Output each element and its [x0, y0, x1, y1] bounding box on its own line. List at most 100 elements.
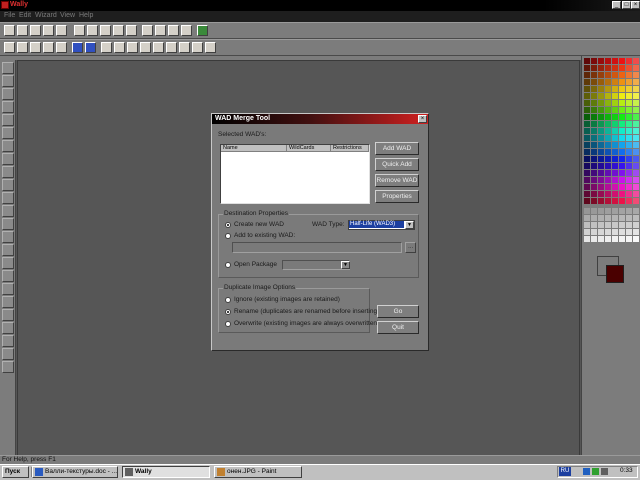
palette-swatch[interactable]: [626, 229, 632, 235]
effect-icon[interactable]: [140, 42, 151, 53]
palette-swatch[interactable]: [626, 215, 632, 221]
palette-swatch[interactable]: [626, 121, 632, 127]
lighten-tool-icon[interactable]: [2, 244, 14, 256]
palette-swatch[interactable]: [591, 208, 597, 214]
palette-swatch[interactable]: [612, 100, 618, 106]
palette-swatch[interactable]: [605, 135, 611, 141]
volume-icon[interactable]: [601, 468, 608, 475]
check-icon[interactable]: [142, 25, 153, 36]
palette-swatch[interactable]: [612, 58, 618, 64]
palette-swatch[interactable]: [605, 229, 611, 235]
palette-swatch[interactable]: [591, 114, 597, 120]
blend-tool-icon[interactable]: [2, 218, 14, 230]
resize-icon[interactable]: [179, 42, 190, 53]
palette-swatch[interactable]: [619, 163, 625, 169]
palette-swatch[interactable]: [584, 79, 590, 85]
palette-swatch[interactable]: [605, 107, 611, 113]
palette-swatch[interactable]: [619, 72, 625, 78]
palette-swatch[interactable]: [605, 222, 611, 228]
palette-swatch[interactable]: [619, 135, 625, 141]
chevron-down-icon[interactable]: ▼: [405, 221, 414, 229]
palette-swatch[interactable]: [584, 222, 590, 228]
add-existing-radio[interactable]: [225, 233, 231, 239]
help-icon[interactable]: [56, 25, 67, 36]
palette-swatch[interactable]: [612, 198, 618, 204]
palette-swatch[interactable]: [591, 107, 597, 113]
palette-swatch[interactable]: [612, 107, 618, 113]
palette-swatch[interactable]: [626, 149, 632, 155]
antivirus-icon[interactable]: [592, 468, 599, 475]
palette-swatch[interactable]: [626, 198, 632, 204]
properties-button[interactable]: Properties: [375, 190, 419, 203]
palette-swatch[interactable]: [598, 208, 604, 214]
palette-swatch[interactable]: [598, 229, 604, 235]
mip-icon[interactable]: [43, 42, 54, 53]
palette-swatch[interactable]: [626, 107, 632, 113]
palette-swatch[interactable]: [598, 65, 604, 71]
palette-swatch[interactable]: [605, 114, 611, 120]
palette-swatch[interactable]: [584, 170, 590, 176]
palette-swatch[interactable]: [619, 142, 625, 148]
browse-button[interactable]: ...: [405, 242, 416, 253]
palette-swatch[interactable]: [605, 79, 611, 85]
palette-swatch[interactable]: [598, 177, 604, 183]
add-wad-button[interactable]: Add WAD: [375, 142, 419, 155]
dialog-close-button[interactable]: ×: [418, 115, 427, 123]
palette-swatch[interactable]: [584, 107, 590, 113]
select-tool-icon[interactable]: [2, 75, 14, 87]
palette-swatch[interactable]: [598, 170, 604, 176]
decal-icon[interactable]: [205, 42, 216, 53]
palette-swatch[interactable]: [612, 135, 618, 141]
overwrite-radio[interactable]: [225, 321, 231, 327]
mirror-icon[interactable]: [127, 42, 138, 53]
palette-swatch[interactable]: [598, 72, 604, 78]
palette-swatch[interactable]: [598, 128, 604, 134]
palette-swatch[interactable]: [633, 170, 639, 176]
existing-wad-field[interactable]: [232, 242, 402, 253]
pointer-tool-icon[interactable]: [2, 62, 14, 74]
palette-swatch[interactable]: [584, 58, 590, 64]
palette-swatch[interactable]: [633, 86, 639, 92]
palette-swatch[interactable]: [584, 65, 590, 71]
undo-icon[interactable]: [113, 25, 124, 36]
quick-add-button[interactable]: Quick Add: [375, 158, 419, 171]
palette-swatch[interactable]: [633, 156, 639, 162]
close-button[interactable]: ×: [631, 1, 640, 9]
palette-swatch[interactable]: [633, 72, 639, 78]
palette-swatch[interactable]: [633, 191, 639, 197]
palette-swatch[interactable]: [633, 121, 639, 127]
palette-swatch[interactable]: [584, 198, 590, 204]
palette-swatch[interactable]: [598, 58, 604, 64]
palette-swatch[interactable]: [598, 156, 604, 162]
palette-swatch[interactable]: [633, 65, 639, 71]
image-view-icon[interactable]: [4, 42, 15, 53]
palette-swatch[interactable]: [633, 208, 639, 214]
palette-swatch[interactable]: [619, 177, 625, 183]
palette-swatch[interactable]: [598, 163, 604, 169]
palette-swatch[interactable]: [605, 156, 611, 162]
palette-swatch[interactable]: [619, 58, 625, 64]
palette-swatch[interactable]: [591, 149, 597, 155]
palette-swatch[interactable]: [633, 163, 639, 169]
palette-swatch[interactable]: [626, 170, 632, 176]
palette-swatch[interactable]: [619, 100, 625, 106]
palette-swatch[interactable]: [612, 142, 618, 148]
palette-swatch[interactable]: [584, 215, 590, 221]
patch-tool-icon[interactable]: [2, 348, 14, 360]
palette-swatch[interactable]: [612, 229, 618, 235]
start-button[interactable]: Пуск: [2, 466, 29, 478]
palette-swatch[interactable]: [633, 215, 639, 221]
palette-swatch[interactable]: [626, 191, 632, 197]
palette-swatch[interactable]: [612, 222, 618, 228]
grid-view-icon[interactable]: [17, 42, 28, 53]
rubber-stamp-tool-icon[interactable]: [2, 192, 14, 204]
language-indicator[interactable]: RU: [559, 467, 571, 476]
palette-swatch[interactable]: [591, 184, 597, 190]
palette-swatch[interactable]: [612, 93, 618, 99]
palette-swatch[interactable]: [598, 100, 604, 106]
palette-swatch[interactable]: [626, 65, 632, 71]
menu-view[interactable]: View: [60, 12, 75, 19]
palette-swatch[interactable]: [584, 114, 590, 120]
palette-swatch[interactable]: [598, 107, 604, 113]
save-icon[interactable]: [30, 25, 41, 36]
